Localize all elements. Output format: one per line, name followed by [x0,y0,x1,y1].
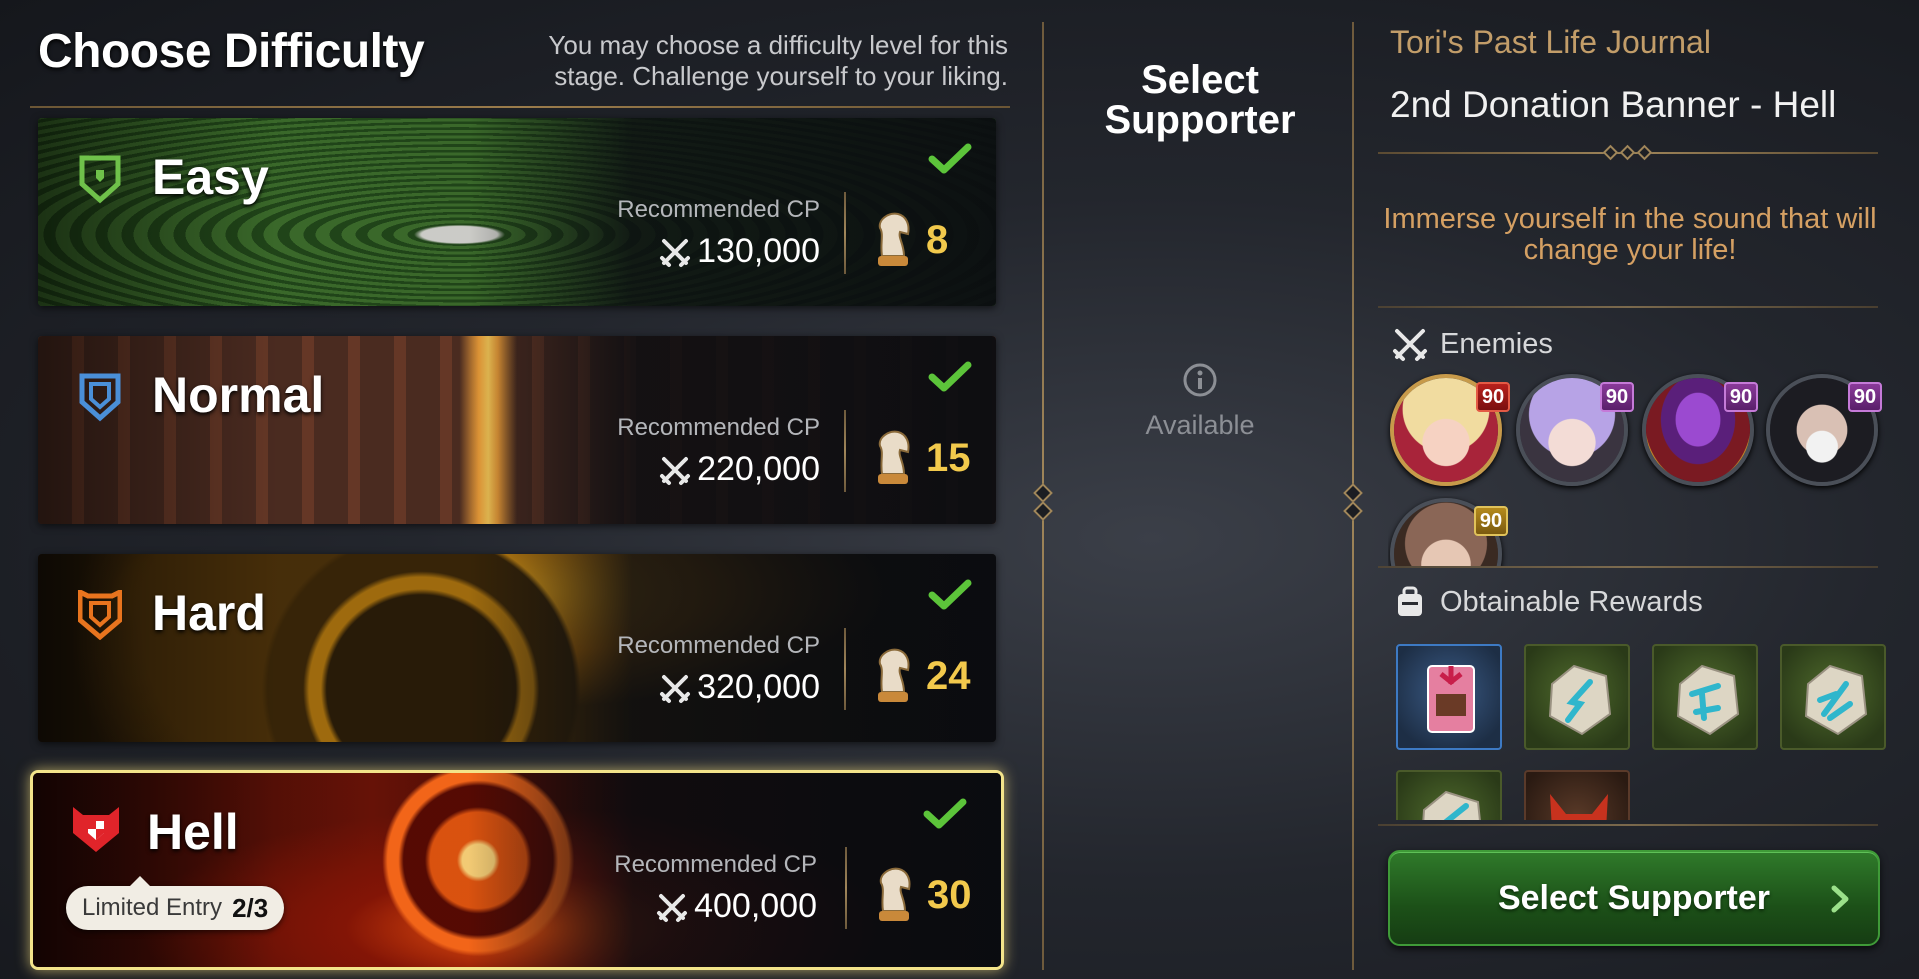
check-icon [928,143,972,174]
enemy-level-badge: 90 [1600,382,1634,412]
reward-item-rune-stone[interactable] [1652,644,1758,750]
rune-stone-icon [1422,790,1481,820]
enemies-label: Enemies [1440,327,1553,360]
difficulty-name: Normal [152,367,325,423]
difficulty-card-hell[interactable]: Hell Recommended CP 400,000 30 [30,770,1004,970]
recommended-cp: 220,000 [659,450,820,489]
stage-name: 2nd Donation Banner - Hell [1390,84,1837,125]
stamina-cost: 24 [870,644,971,708]
demon-shield-icon [73,807,119,852]
reward-item-gift[interactable] [1396,644,1502,750]
rune-stone-icon [1676,664,1740,736]
supporter-status: Available [1145,410,1255,440]
rune-stone-icon [1804,664,1868,736]
difficulty-card-hard[interactable]: Hard Recommended CP 320,000 24 [38,554,996,742]
check-icon [923,798,967,829]
rewards-section-header: Obtainable Rewards [1392,584,1703,620]
fox-mask-icon [1550,794,1608,820]
gift-card-icon [1427,665,1475,733]
recommended-cp-label: Recommended CP [614,851,817,878]
crossed-swords-icon [660,674,691,703]
knight-piece-icon [878,648,910,702]
select-supporter-heading: Select Supporter [1104,58,1296,142]
shield-icon [78,590,122,640]
knight-piece-icon [879,867,911,921]
stamina-value: 15 [926,435,971,480]
stamina-cost: 8 [870,208,948,272]
shield-icon [79,373,121,422]
difficulty-description: You may choose a difficulty level for th… [548,30,1008,91]
journal-title: Tori's Past Life Journal [1390,24,1711,60]
stamina-cost: 15 [870,426,971,490]
difficulty-name: Hell [147,804,239,860]
shield-icon [79,155,121,204]
crossed-swords-icon [660,456,691,485]
reward-item-rune-stone[interactable] [1396,770,1502,820]
knight-piece-icon [878,212,910,266]
difficulty-name: Hard [152,585,266,641]
info-icon[interactable] [1182,362,1218,398]
stage-tagline: Immerse yourself in the sound that will … [1383,203,1877,266]
stamina-value: 24 [926,653,971,698]
select-supporter-button[interactable]: Select Supporter [1388,850,1880,946]
reward-item-mask[interactable] [1524,770,1630,820]
difficulty-card-easy[interactable]: Easy Recommended CP 130,000 8 [38,118,996,306]
cp-value: 130,000 [697,232,820,270]
recommended-cp: 320,000 [659,668,820,707]
limited-entry-label: Limited Entry [82,894,223,921]
rune-stone-icon [1548,664,1612,736]
difficulty-name: Easy [152,149,269,205]
enemy-level-badge: 90 [1724,382,1758,412]
reward-item-rune-stone[interactable] [1524,644,1630,750]
cp-value: 320,000 [697,668,820,706]
backpack-icon [1398,586,1422,616]
select-supporter-label: Select Supporter [1497,878,1771,917]
enemy-level-badge: 90 [1848,382,1882,412]
enemy-level-badge: 90 [1476,382,1510,412]
check-icon [928,361,972,392]
stamina-value: 30 [927,872,972,917]
crossed-swords-icon [657,893,688,922]
stamina-value: 8 [926,217,949,262]
rewards-label: Obtainable Rewards [1440,585,1703,618]
limited-entry-badge: Limited Entry 2/3 [66,876,285,930]
cp-value: 220,000 [697,450,820,488]
chevron-right-icon [1831,885,1849,913]
difficulty-card-normal[interactable]: Normal Recommended CP 220,000 15 [38,336,996,524]
check-icon [928,579,972,610]
page-title: Choose Difficulty [38,25,425,78]
header-divider [30,106,1010,108]
recommended-cp-label: Recommended CP [617,632,820,659]
recommended-cp: 400,000 [656,887,817,926]
knight-piece-icon [878,430,910,484]
crossed-swords-icon [1393,329,1427,361]
recommended-cp-label: Recommended CP [617,414,820,441]
stamina-cost: 30 [871,863,972,927]
enemy-level-badge: 90 [1474,506,1508,536]
recommended-cp-label: Recommended CP [617,196,820,223]
recommended-cp: 130,000 [659,232,820,271]
reward-item-rune-stone[interactable] [1780,644,1886,750]
enemies-section-header: Enemies [1392,326,1553,362]
crossed-swords-icon [660,238,691,267]
limited-entry-count: 2/3 [232,892,269,923]
cp-value: 400,000 [694,887,817,925]
